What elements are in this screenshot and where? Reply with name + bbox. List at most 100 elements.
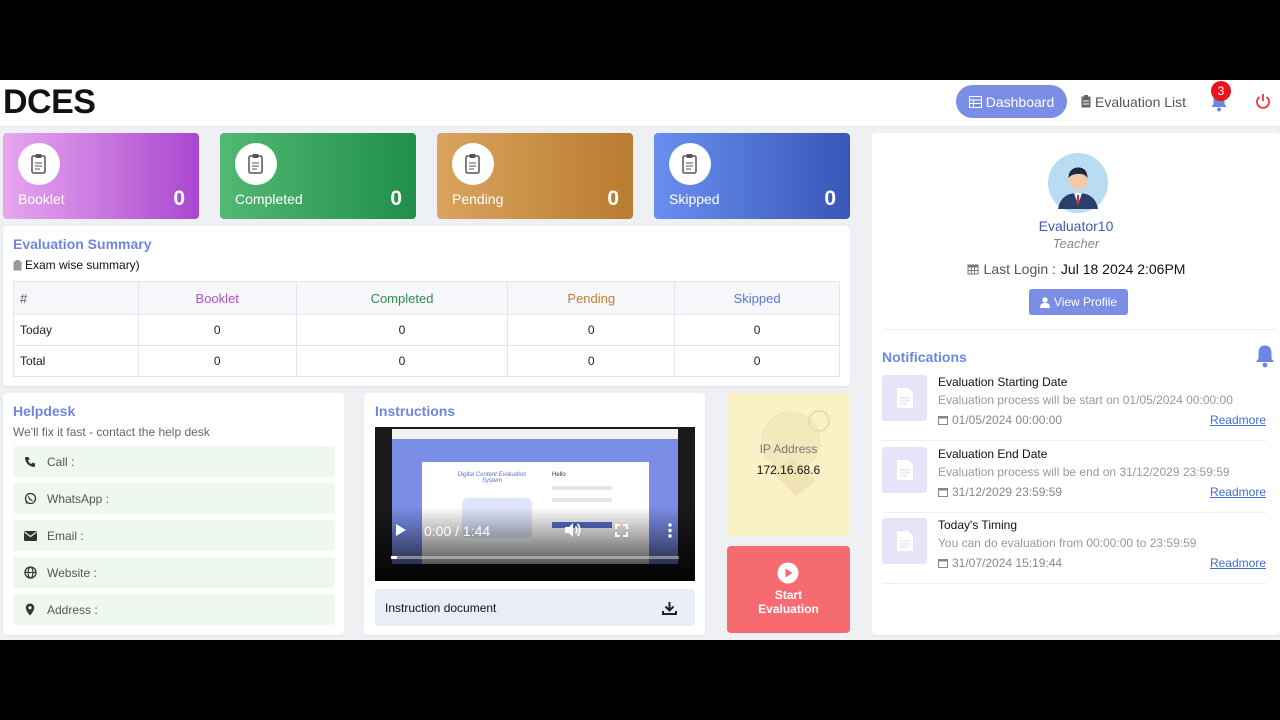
fullscreen-icon[interactable] [615, 524, 628, 537]
table-cell: 0 [674, 314, 840, 346]
logout-power-icon[interactable] [1255, 93, 1271, 109]
notification-readmore-link[interactable]: Readmore [1210, 556, 1266, 570]
stat-label: Completed [235, 191, 303, 207]
network-illustration-icon [761, 410, 830, 496]
video-time: 0:00 / 1:44 [424, 523, 491, 539]
stat-value: 0 [824, 187, 836, 210]
clipboard-icon [13, 259, 22, 270]
pending-icon [452, 143, 494, 185]
stat-card-booklet: Booklet 0 [3, 133, 199, 219]
table-header-row: # Booklet Completed Pending Skipped [13, 281, 840, 315]
helpdesk-whatsapp-row[interactable]: WhatsApp : [13, 483, 335, 514]
start-evaluation-label-line1: Start [774, 588, 803, 602]
video-field [552, 498, 612, 502]
nav-evaluation-list-link[interactable]: Evaluation List [1081, 85, 1186, 118]
video-controls-gradient [375, 507, 695, 581]
stat-value: 0 [173, 187, 185, 210]
notifications-title: Notifications [882, 349, 967, 365]
helpdesk-call-row[interactable]: Call : [13, 446, 335, 477]
instruction-video-player[interactable]: Digital Content Evaluation System Hello … [375, 427, 695, 581]
notification-description: You can do evaluation from 00:00:00 to 2… [938, 536, 1197, 550]
last-login-label: Last Login : [983, 261, 1056, 277]
calendar-icon [967, 264, 979, 275]
notification-item: Evaluation Starting Date Evaluation proc… [882, 375, 1266, 441]
evaluation-summary-panel: Evaluation Summary Exam wise summary) # … [3, 226, 850, 386]
video-screen-heading: Digital Content Evaluation System [457, 472, 527, 484]
notification-description: Evaluation process will be start on 01/0… [938, 393, 1233, 407]
notification-item: Evaluation End Date Evaluation process w… [882, 447, 1266, 513]
more-options-icon[interactable] [668, 523, 672, 538]
summary-table: # Booklet Completed Pending Skipped Toda… [13, 281, 840, 377]
notification-date: 31/07/2024 15:19:44 [952, 556, 1063, 570]
helpdesk-address-row[interactable]: Address : [13, 594, 335, 625]
profile-notifications-panel: Evaluator10 Teacher Last Login : Jul 18 … [872, 133, 1280, 635]
stat-card-skipped: Skipped 0 [654, 133, 850, 219]
helpdesk-whatsapp-label: WhatsApp : [47, 491, 110, 506]
play-circle-icon [777, 562, 799, 584]
stat-label: Booklet [18, 191, 65, 207]
helpdesk-panel: Helpdesk We'll fix it fast - contact the… [3, 393, 344, 635]
helpdesk-call-label: Call : [47, 454, 75, 469]
user-icon [1039, 296, 1050, 308]
notification-title: Evaluation End Date [938, 447, 1048, 461]
nav-dashboard-label: Dashboard [985, 93, 1055, 110]
stat-value: 0 [390, 187, 402, 210]
notification-count-badge: 3 [1211, 81, 1231, 101]
app-window: DCES Dashboard Evaluation List 3 Booklet… [0, 80, 1280, 640]
stat-card-completed: Completed 0 [220, 133, 416, 219]
document-icon [882, 375, 927, 421]
video-browser-bar [392, 429, 678, 439]
stat-label: Pending [452, 191, 504, 207]
table-cell: 0 [137, 314, 297, 346]
notification-title: Evaluation Starting Date [938, 375, 1068, 389]
ip-address-label: IP Address [759, 442, 818, 456]
notification-readmore-link[interactable]: Readmore [1210, 485, 1266, 499]
table-cell: 0 [295, 345, 509, 377]
instruction-document-download[interactable]: Instruction document [375, 589, 695, 626]
nav-dashboard-button[interactable]: Dashboard [956, 85, 1067, 118]
video-field [552, 486, 612, 490]
table-cell: 0 [507, 345, 676, 377]
video-progress-track[interactable] [391, 556, 679, 559]
globe-icon [23, 566, 37, 579]
notification-item: Today's Timing You can do evaluation fro… [882, 518, 1266, 584]
stat-card-pending: Pending 0 [437, 133, 633, 219]
helpdesk-website-label: Website : [47, 565, 97, 580]
top-bar: DCES Dashboard Evaluation List 3 [0, 80, 1280, 127]
video-progress-fill [391, 556, 397, 559]
column-header-pending: Pending [507, 281, 676, 315]
column-header-index: # [13, 281, 139, 315]
skipped-icon [669, 143, 711, 185]
table-cell: 0 [674, 345, 840, 377]
helpdesk-subtitle: We'll fix it fast - contact the help des… [13, 425, 210, 439]
app-logo: DCES [3, 83, 96, 121]
notification-date-row: 31/12/2029 23:59:59 [938, 485, 1062, 499]
notification-readmore-link[interactable]: Readmore [1210, 413, 1266, 427]
table-cell: 0 [137, 345, 297, 377]
ip-address-card: IP Address 172.16.68.6 [727, 393, 850, 536]
view-profile-button[interactable]: View Profile [1029, 289, 1128, 315]
notification-date-row: 31/07/2024 15:19:44 [938, 556, 1062, 570]
notification-date: 31/12/2029 23:59:59 [952, 485, 1063, 499]
completed-icon [235, 143, 277, 185]
helpdesk-email-row[interactable]: Email : [13, 520, 335, 551]
instructions-title: Instructions [375, 403, 456, 419]
ip-address-value: 172.16.68.6 [756, 463, 821, 477]
column-header-skipped: Skipped [674, 281, 840, 315]
document-icon [882, 447, 927, 493]
volume-icon[interactable] [564, 522, 581, 538]
notification-title: Today's Timing [938, 518, 1017, 532]
phone-icon [25, 456, 35, 467]
whatsapp-icon [24, 492, 36, 505]
helpdesk-address-label: Address : [47, 602, 98, 617]
start-evaluation-label-line2: Evaluation [758, 602, 819, 616]
play-icon[interactable] [395, 523, 407, 537]
notifications-bell-icon [1256, 345, 1274, 368]
summary-table-wrap: # Booklet Completed Pending Skipped Toda… [13, 281, 840, 377]
helpdesk-website-row[interactable]: Website : [13, 557, 335, 588]
start-evaluation-button[interactable]: Start Evaluation [727, 546, 850, 633]
last-login-value: Jul 18 2024 2:06PM [1060, 261, 1186, 277]
column-header-booklet: Booklet [137, 281, 297, 315]
calendar-icon [938, 559, 948, 568]
evaluation-summary-subtitle-row: Exam wise summary) [13, 258, 140, 272]
